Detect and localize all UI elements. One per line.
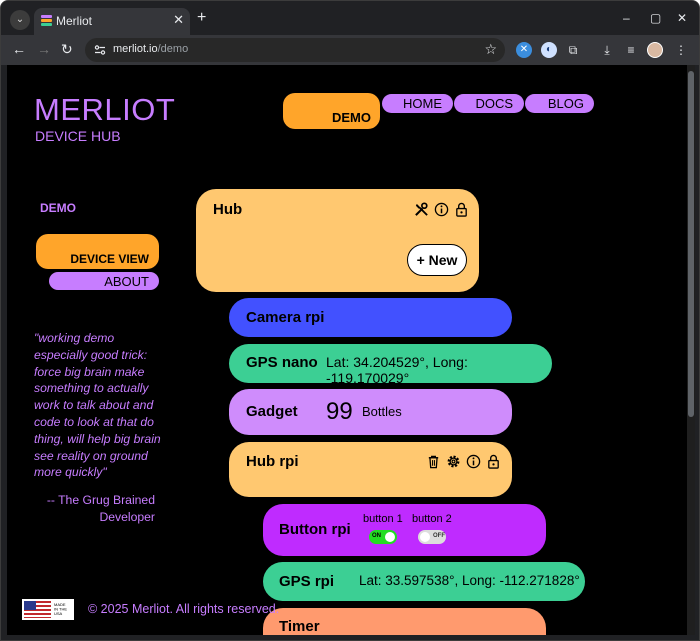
browser-toolbar: ← → ↻ merliot.io/demo ☆ ✕ ◐ ⧉ ⤓ ≡ ⋮ [1,35,699,65]
lock-icon[interactable] [454,202,469,217]
sidebar-item-about-label: ABOUT [104,274,149,289]
nav-docs[interactable]: DOCS [454,94,524,113]
close-tab-icon[interactable]: ✕ [173,12,184,28]
brand-subtitle: DEVICE HUB [35,128,121,144]
nav-docs-label: DOCS [475,96,513,111]
gadget-unit: Bottles [362,404,402,419]
device-name: Hub rpi [246,453,299,470]
extensions-puzzle-icon[interactable]: ⧉ [565,42,581,58]
device-name: Button rpi [279,521,351,538]
maximize-icon[interactable]: ▢ [650,12,661,24]
gps-location: Lat: 34.204529°, Long: -119.170029° [326,354,468,386]
device-card-gps-rpi[interactable]: GPS rpi Lat: 33.597538°, Long: -112.2718… [263,562,585,601]
page-viewport: MERLIOT DEVICE HUB DEMO HOME DOCS BLOG D… [7,65,687,635]
forward-icon[interactable]: → [37,41,51,57]
lock-icon[interactable] [486,454,501,469]
device-name: Camera rpi [246,309,325,326]
new-tab-icon[interactable]: + [197,10,206,26]
info-icon[interactable] [466,454,481,469]
merliot-favicon-icon [41,15,52,26]
url-text: merliot.io/demo [113,43,189,55]
device-name: GPS nano [246,354,318,371]
button1-label: button 1 [363,513,403,525]
device-card-gps-nano[interactable]: GPS nano Lat: 34.204529°, Long: -119.170… [229,344,552,386]
nav-home[interactable]: HOME [382,94,453,113]
copyright-text: © 2025 Merliot. All rights reserved. [88,602,280,616]
sidebar-item-about[interactable]: ABOUT [49,272,159,290]
browser-tab[interactable]: Merliot ✕ [34,8,190,35]
button2-toggle[interactable]: OFF [418,530,446,544]
bookmark-star-icon[interactable]: ☆ [484,41,497,58]
sidebar-item-device-view[interactable]: DEVICE VIEW [36,234,159,269]
device-card-gadget[interactable]: Gadget 99 Bottles [229,389,512,435]
extension-circle-icon[interactable]: ◐ [541,42,557,58]
back-icon[interactable]: ← [12,41,26,57]
gps-location: Lat: 33.597538°, Long: -112.271828° [359,573,580,588]
gadget-count: 99 [326,398,353,425]
sidebar-item-device-view-label: DEVICE VIEW [70,252,149,266]
info-icon[interactable] [434,202,449,217]
nav-home-label: HOME [403,96,442,111]
nav-demo[interactable]: DEMO [283,93,380,129]
minimize-icon[interactable]: – [623,12,630,24]
grug-quote: "working demo especially good trick: for… [34,331,161,480]
tab-title: Merliot [56,14,93,28]
made-in-usa-badge: MADE IN THE USA [22,599,74,620]
nav-demo-label: DEMO [332,110,371,125]
download-icon[interactable]: ⤓ [599,42,615,58]
scrollbar-thumb[interactable] [688,71,694,417]
brand-logo[interactable]: MERLIOT [34,92,175,128]
new-device-button[interactable]: + New [407,244,467,276]
page-scrollbar[interactable] [687,65,695,635]
media-control-icon[interactable]: ≡ [623,42,639,58]
device-card-button-rpi[interactable]: Button rpi button 1 ON button 2 OFF [263,504,546,556]
svg-text:USA: USA [54,611,63,616]
nav-blog[interactable]: BLOG [525,94,594,113]
tab-search-button[interactable]: ⌄ [10,10,30,30]
trash-icon[interactable] [426,454,441,469]
device-name: Hub [213,201,243,218]
device-name: GPS rpi [279,573,335,590]
device-card-camera-rpi[interactable]: Camera rpi [229,298,512,337]
tab-strip: ⌄ Merliot ✕ + – ▢ ✕ [1,1,699,35]
device-card-hub-rpi[interactable]: Hub rpi [229,442,512,497]
button1-toggle[interactable]: ON [369,530,397,544]
profile-avatar[interactable] [647,42,663,58]
browser-menu-icon[interactable]: ⋮ [673,42,689,58]
site-info-icon[interactable] [94,44,106,56]
device-name: Gadget [246,403,298,420]
close-window-icon[interactable]: ✕ [677,12,687,24]
gear-icon[interactable] [446,454,461,469]
address-bar[interactable]: merliot.io/demo ☆ [85,38,505,62]
nav-blog-label: BLOG [547,96,584,111]
device-card-timer[interactable]: Timer [263,608,546,635]
device-name: Timer [279,618,320,635]
button2-label: button 2 [412,513,452,525]
reload-icon[interactable]: ↻ [61,41,73,57]
tools-icon[interactable] [414,202,429,217]
sidebar-title: DEMO [40,201,76,215]
extension-icon[interactable]: ✕ [516,42,532,58]
browser-window: ⌄ Merliot ✕ + – ▢ ✕ ← → ↻ merliot.io/dem… [0,0,700,641]
device-card-hub[interactable]: Hub + New [196,189,479,292]
quote-author: -- The Grug Brained Developer [46,493,155,524]
